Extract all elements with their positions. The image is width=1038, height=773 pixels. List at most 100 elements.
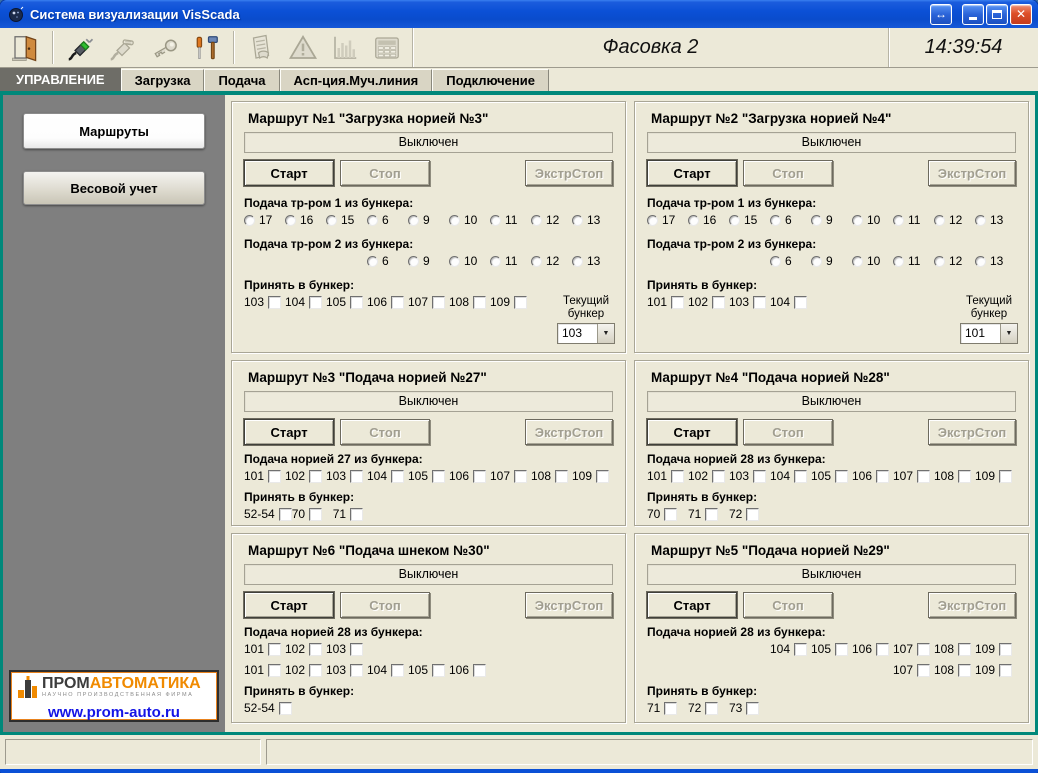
bunker-checkbox[interactable]: 104	[770, 295, 811, 309]
sidebar-button-vesovoy-uchet[interactable]: Весовой учет	[23, 171, 205, 205]
bunker-radio[interactable]: 10	[449, 213, 490, 227]
bunker-checkbox[interactable]: 102	[688, 469, 729, 483]
emergency-stop-button[interactable]: ЭкстрСтоп	[525, 160, 613, 186]
disconnect-button[interactable]	[101, 30, 143, 66]
start-button[interactable]: Старт	[647, 160, 737, 186]
stop-button[interactable]: Стоп	[743, 160, 833, 186]
bunker-checkbox[interactable]: 101	[244, 663, 285, 677]
tab-upravlenie[interactable]: УПРАВЛЕНИЕ	[0, 68, 121, 91]
bunker-checkbox[interactable]: 71	[688, 507, 729, 521]
resize-button[interactable]: ↔	[930, 3, 952, 25]
bunker-radio[interactable]: 12	[934, 254, 975, 268]
stop-button[interactable]: Стоп	[340, 419, 430, 445]
bunker-checkbox[interactable]: 109	[975, 663, 1016, 677]
bunker-radio[interactable]: 9	[811, 213, 852, 227]
bunker-radio[interactable]: 12	[934, 213, 975, 227]
bunker-checkbox[interactable]: 103	[326, 663, 367, 677]
bunker-radio[interactable]: 9	[811, 254, 852, 268]
bunker-radio[interactable]: 13	[572, 254, 613, 268]
bunker-checkbox[interactable]: 109	[572, 469, 613, 483]
bunker-checkbox[interactable]: 105	[408, 663, 449, 677]
report-button[interactable]	[240, 30, 282, 66]
bunker-checkbox[interactable]: 108	[531, 469, 572, 483]
bunker-checkbox[interactable]: 103	[326, 642, 367, 656]
connect-button[interactable]	[59, 30, 101, 66]
dropdown-arrow-icon[interactable]: ▼	[1000, 324, 1017, 343]
stop-button[interactable]: Стоп	[340, 592, 430, 618]
bunker-checkbox[interactable]: 52-54	[244, 701, 292, 715]
tab-aspiracia[interactable]: Асп-ция.Муч.линия	[279, 69, 433, 91]
close-button[interactable]: ✕	[1010, 3, 1032, 25]
bunker-checkbox[interactable]: 103	[244, 295, 285, 309]
current-bunker-select[interactable]: 103 ▼	[557, 323, 615, 344]
bunker-radio[interactable]: 15	[729, 213, 770, 227]
bunker-radio[interactable]: 15	[326, 213, 367, 227]
bunker-radio[interactable]: 13	[975, 254, 1016, 268]
exit-button[interactable]	[4, 30, 46, 66]
bunker-checkbox[interactable]: 104	[367, 663, 408, 677]
bunker-checkbox[interactable]: 107	[893, 663, 934, 677]
bunker-checkbox[interactable]: 107	[893, 642, 934, 656]
bunker-radio[interactable]: 11	[490, 213, 531, 227]
bunker-checkbox[interactable]: 108	[449, 295, 490, 309]
bunker-radio[interactable]: 9	[408, 213, 449, 227]
bunker-radio[interactable]: 6	[770, 213, 811, 227]
bunker-checkbox[interactable]: 103	[729, 469, 770, 483]
bunker-radio[interactable]: 10	[449, 254, 490, 268]
bunker-radio[interactable]: 10	[852, 254, 893, 268]
emergency-stop-button[interactable]: ЭкстрСтоп	[928, 160, 1016, 186]
bunker-radio[interactable]: 6	[770, 254, 811, 268]
settings-button[interactable]	[185, 30, 227, 66]
start-button[interactable]: Старт	[244, 419, 334, 445]
bunker-checkbox[interactable]: 101	[244, 469, 285, 483]
bunker-checkbox[interactable]: 104	[285, 295, 326, 309]
bunker-checkbox[interactable]: 102	[285, 642, 326, 656]
bunker-checkbox[interactable]: 106	[449, 469, 490, 483]
bunker-radio[interactable]: 11	[893, 213, 934, 227]
bunker-checkbox[interactable]: 104	[770, 469, 811, 483]
maximize-button[interactable]	[986, 3, 1008, 25]
stop-button[interactable]: Стоп	[743, 592, 833, 618]
bunker-radio[interactable]: 6	[367, 254, 408, 268]
bunker-radio[interactable]: 13	[975, 213, 1016, 227]
bunker-radio[interactable]: 16	[285, 213, 326, 227]
alarms-button[interactable]	[282, 30, 324, 66]
bunker-checkbox[interactable]: 70	[647, 507, 688, 521]
start-button[interactable]: Старт	[647, 419, 737, 445]
bunker-checkbox[interactable]: 71	[333, 507, 374, 521]
dropdown-arrow-icon[interactable]: ▼	[597, 324, 614, 343]
bunker-radio[interactable]: 17	[647, 213, 688, 227]
bunker-checkbox[interactable]: 104	[367, 469, 408, 483]
bunker-checkbox[interactable]: 102	[688, 295, 729, 309]
bunker-checkbox[interactable]: 103	[326, 469, 367, 483]
bunker-checkbox[interactable]: 106	[852, 642, 893, 656]
bunker-checkbox[interactable]: 108	[934, 663, 975, 677]
bunker-radio[interactable]: 16	[688, 213, 729, 227]
bunker-checkbox[interactable]: 109	[975, 469, 1016, 483]
bunker-checkbox[interactable]: 106	[449, 663, 490, 677]
bunker-checkbox[interactable]: 107	[893, 469, 934, 483]
tab-podklyuchenie[interactable]: Подключение	[432, 69, 549, 91]
bunker-radio[interactable]: 9	[408, 254, 449, 268]
current-bunker-select[interactable]: 101 ▼	[960, 323, 1018, 344]
bunker-checkbox[interactable]: 102	[285, 469, 326, 483]
bunker-checkbox[interactable]: 73	[729, 701, 770, 715]
bunker-checkbox[interactable]: 101	[244, 642, 285, 656]
emergency-stop-button[interactable]: ЭкстрСтоп	[928, 419, 1016, 445]
emergency-stop-button[interactable]: ЭкстрСтоп	[525, 419, 613, 445]
bunker-radio[interactable]: 10	[852, 213, 893, 227]
bunker-radio[interactable]: 11	[893, 254, 934, 268]
bunker-radio[interactable]: 13	[572, 213, 613, 227]
bunker-checkbox[interactable]: 106	[367, 295, 408, 309]
bunker-checkbox[interactable]: 107	[490, 469, 531, 483]
bunker-radio[interactable]: 17	[244, 213, 285, 227]
bunker-checkbox[interactable]: 107	[408, 295, 449, 309]
vendor-url[interactable]: www.prom-auto.ru	[17, 704, 211, 721]
bunker-checkbox[interactable]: 105	[326, 295, 367, 309]
bunker-checkbox[interactable]: 108	[934, 642, 975, 656]
bunker-checkbox[interactable]: 106	[852, 469, 893, 483]
bunker-radio[interactable]: 6	[367, 213, 408, 227]
start-button[interactable]: Старт	[244, 592, 334, 618]
trends-button[interactable]	[324, 30, 366, 66]
bunker-checkbox[interactable]: 103	[729, 295, 770, 309]
